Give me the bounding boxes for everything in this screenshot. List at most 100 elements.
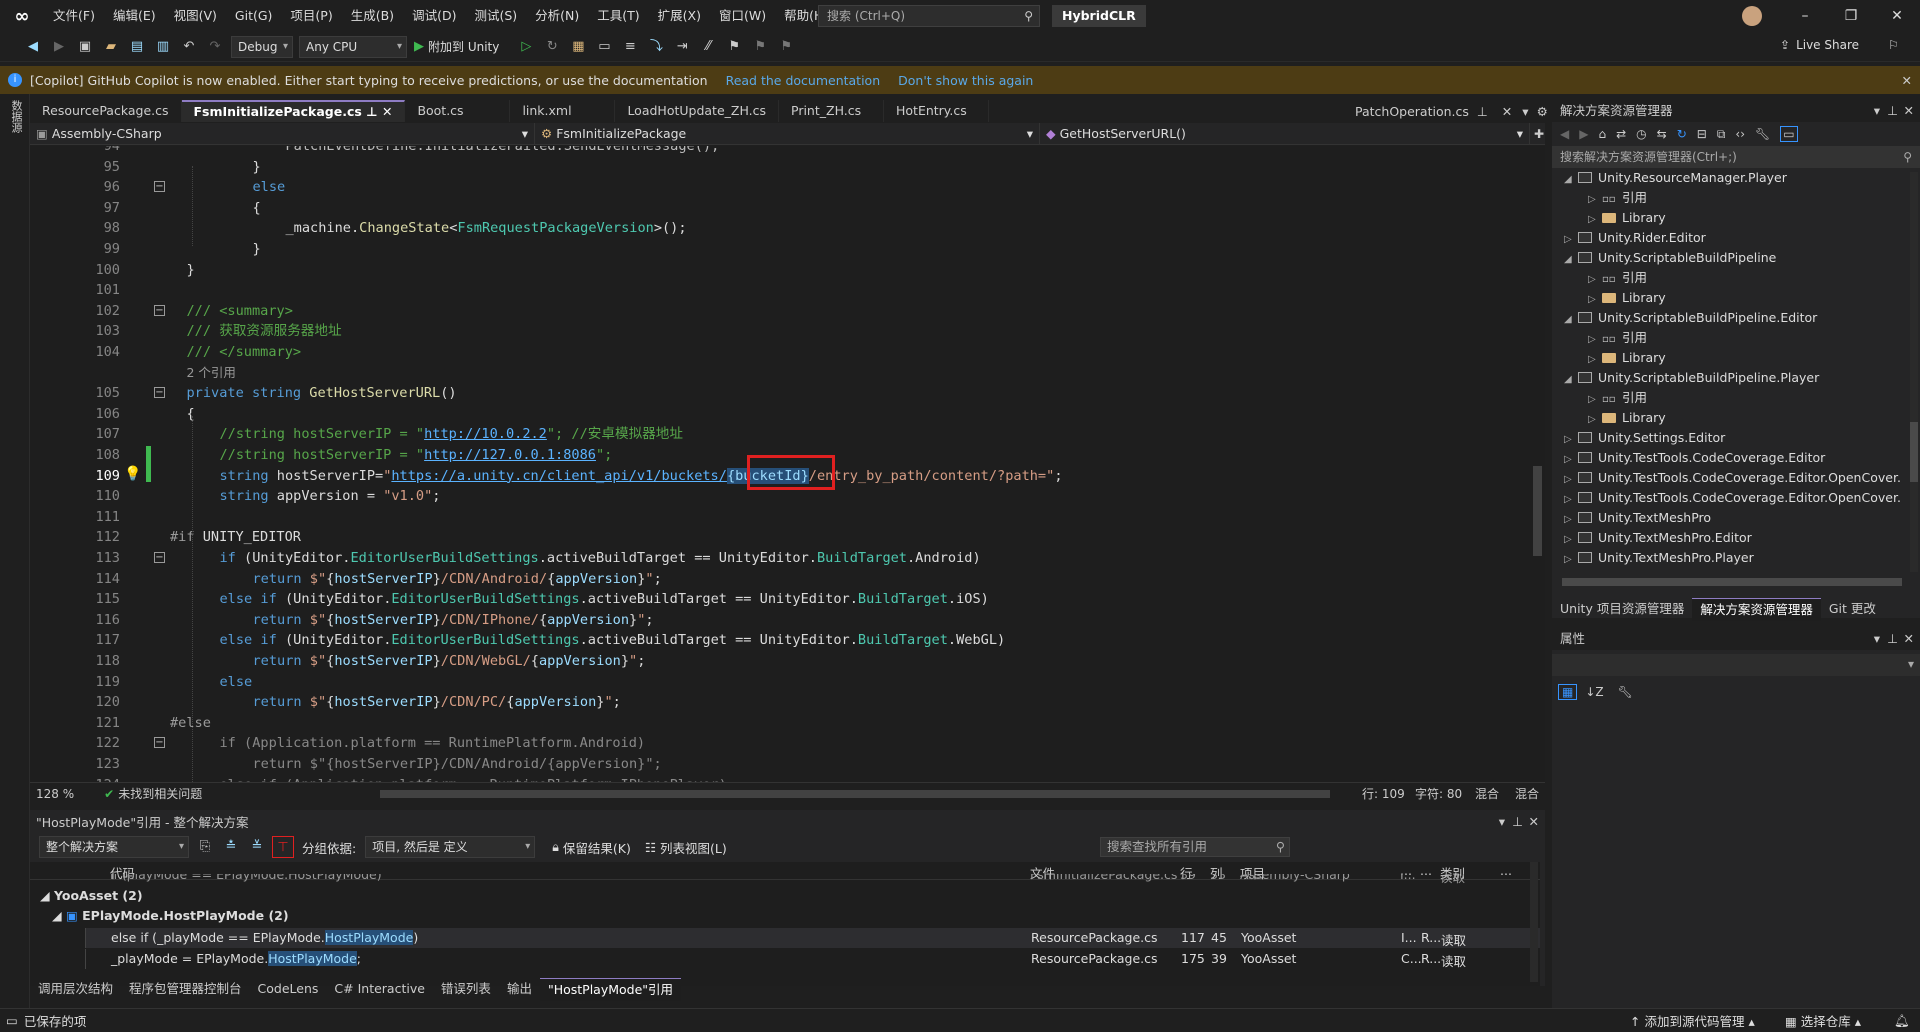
collapsed-icon[interactable]: ▷ [1588, 210, 1602, 230]
play-icon[interactable]: ▶ [414, 39, 424, 54]
char-indicator[interactable]: 字符: 80 [1415, 785, 1462, 802]
config-select[interactable]: Debug [231, 35, 293, 58]
bookmark-next-icon[interactable]: ⚑ [775, 36, 797, 58]
search-input[interactable]: 搜索 (Ctrl+Q) ⚲ [818, 5, 1040, 27]
collapsed-icon[interactable]: ▷ [1588, 270, 1602, 290]
solution-tree-item[interactable]: ▷ Unity.TestTools.CodeCoverage.Editor.Ope… [1564, 488, 1901, 508]
solution-search-input[interactable]: 搜索解决方案资源管理器(Ctrl+;) ⚲ [1552, 146, 1920, 168]
solution-tree-item[interactable]: ▷ ▫▫ 引用 [1588, 268, 1647, 288]
solution-tree-item[interactable]: ▷ Library [1588, 348, 1666, 368]
menu-item[interactable]: 扩展(X) [649, 0, 710, 32]
save-icon[interactable]: ▤ [126, 36, 148, 58]
editor-tab[interactable]: ResourcePackage.cs [30, 100, 182, 122]
expand-icon[interactable]: ◢ [52, 908, 66, 923]
editor-tab[interactable]: HotEntry.cs [884, 100, 989, 122]
expanded-icon[interactable]: ◢ [1564, 310, 1578, 330]
solution-tree-item[interactable]: ▷ Unity.TestTools.CodeCoverage.Editor.Ope… [1564, 468, 1901, 488]
read-docs-link[interactable]: Read the documentation [726, 73, 881, 88]
group-by-select[interactable]: 项目, 然后是 定义 [365, 836, 536, 858]
property-pages-icon[interactable]: 🔧︎ [1618, 685, 1633, 699]
editor-tab[interactable]: Boot.cs [405, 100, 511, 122]
collapsed-icon[interactable]: ▷ [1564, 470, 1578, 490]
nav-project-select[interactable]: ▣ Assembly-CSharp ▾ [30, 123, 535, 144]
preview-icon[interactable]: ▭ [1780, 126, 1798, 142]
solution-tree-item[interactable]: ▷ Library [1588, 288, 1666, 308]
minimize-icon[interactable]: – [1782, 0, 1828, 32]
expanded-icon[interactable]: ◢ [1564, 370, 1578, 390]
solution-tree-item[interactable]: ▷ Unity.TextMeshPro.Player [1564, 548, 1754, 568]
tree-horizontal-scrollbar[interactable] [1562, 578, 1902, 586]
bottom-tab[interactable]: 程序包管理器控制台 [121, 978, 250, 1000]
home-icon[interactable]: ⌂ [1598, 127, 1606, 141]
tree-vertical-scrollbar[interactable] [1910, 172, 1918, 572]
tab-list-icon[interactable]: ▾ [1522, 104, 1528, 119]
back-icon[interactable]: ◀ [22, 36, 44, 58]
reference-group[interactable]: ◢ YooAsset (2) [40, 888, 143, 903]
collapsed-icon[interactable]: ▷ [1588, 390, 1602, 410]
menu-item[interactable]: 分析(N) [526, 0, 588, 32]
panel-menu-icon[interactable]: ▾ [1874, 100, 1880, 122]
collapse-all-icon[interactable]: ≚ [246, 836, 268, 858]
tab-close-icon[interactable]: ✕ [382, 104, 392, 119]
list-view-button[interactable]: 列表视图(L) [660, 838, 727, 857]
filter-icon[interactable]: ⊤ [272, 836, 294, 858]
properties-object-select[interactable]: ▾ [1552, 654, 1920, 676]
pending-changes-icon[interactable]: ◷ [1636, 127, 1646, 141]
panel-menu-icon[interactable]: ▾ [1874, 628, 1880, 650]
panel-menu-icon[interactable]: ▾ [1499, 814, 1505, 829]
fold-toggle-icon[interactable]: − [154, 181, 165, 193]
editor-tab[interactable]: FsmInitializePackage.cs ⊥ ✕ [181, 100, 406, 122]
refresh-icon[interactable]: ↻ [1677, 127, 1687, 141]
add-split-icon[interactable]: ✚ [1534, 127, 1544, 141]
expanded-icon[interactable]: ◢ [1564, 250, 1578, 270]
collapsed-icon[interactable]: ▷ [1564, 230, 1578, 250]
scroll-thumb[interactable] [1533, 466, 1542, 556]
hot-reload-icon[interactable]: ↻ [541, 36, 563, 58]
menu-item[interactable]: 工具(T) [588, 0, 648, 32]
collapsed-icon[interactable]: ▷ [1564, 450, 1578, 470]
solution-tree-item[interactable]: ▷ Unity.Settings.Editor [1564, 428, 1725, 448]
collapsed-icon[interactable]: ▷ [1588, 350, 1602, 370]
dont-show-link[interactable]: Don't show this again [898, 73, 1033, 88]
open-folder-icon[interactable]: ▰ [100, 36, 122, 58]
panel-pin-icon[interactable]: ⊥ [1512, 814, 1523, 829]
solution-tree-item[interactable]: ▷ ▫▫ 引用 [1588, 188, 1647, 208]
tab-close-icon[interactable]: ✕ [1502, 104, 1512, 119]
solution-tree-item[interactable]: ◢ Unity.ScriptableBuildPipeline.Player [1564, 368, 1819, 388]
solution-tree-item[interactable]: ▷ Unity.Rider.Editor [1564, 228, 1706, 248]
fold-toggle-icon[interactable]: − [154, 552, 165, 563]
bottom-tab[interactable]: C# Interactive [326, 978, 433, 1000]
tab-settings-icon[interactable]: ⚙ [1537, 104, 1548, 119]
editor-tab[interactable]: link.xml [510, 100, 616, 122]
keep-results-button[interactable]: 保留结果(K) [563, 838, 631, 857]
editor-scrollbar[interactable] [1530, 146, 1545, 782]
reference-subgroup[interactable]: ◢ ▣ EPlayMode.HostPlayMode (2) [52, 908, 289, 923]
forward-icon[interactable]: ▶ [1579, 127, 1588, 141]
line-indicator[interactable]: 行: 109 [1362, 785, 1405, 802]
collapsed-icon[interactable]: ▷ [1564, 490, 1578, 510]
solution-tree-item[interactable]: ▷ Unity.TextMeshPro.Editor [1564, 528, 1752, 548]
pinned-tab[interactable]: PatchOperation.cs ⊥ ✕ ▾ ⚙ [1355, 100, 1548, 122]
avatar[interactable] [1742, 6, 1762, 26]
solution-tree-item[interactable]: ▷ Unity.TestTools.CodeCoverage.Editor [1564, 448, 1825, 468]
expand-all-icon[interactable]: ≛ [220, 836, 242, 858]
live-share-button[interactable]: ⇪ Live Share [1780, 38, 1859, 52]
solution-tree-item[interactable]: ◢ Unity.ScriptableBuildPipeline.Editor [1564, 308, 1817, 328]
menu-item[interactable]: Git(G) [226, 0, 282, 32]
redo-icon[interactable]: ↷ [204, 36, 226, 58]
expand-icon[interactable]: ◢ [40, 888, 54, 903]
bookmark-icon[interactable]: ⚑ [723, 36, 745, 58]
forward-icon[interactable]: ▶ [48, 36, 70, 58]
panel-pin-icon[interactable]: ⊥ [1887, 100, 1898, 122]
back-icon[interactable]: ◀ [1560, 127, 1569, 141]
collapsed-icon[interactable]: ▷ [1588, 330, 1602, 350]
solution-tree-item[interactable]: ▷ Unity.TextMeshPro [1564, 508, 1711, 528]
fold-toggle-icon[interactable]: − [154, 737, 165, 749]
collapsed-icon[interactable]: ▷ [1588, 410, 1602, 430]
reference-search-input[interactable]: 搜索查找所有引用 ⚲ [1100, 837, 1290, 857]
solution-tree-item[interactable]: ▷ Library [1588, 408, 1666, 428]
bottom-tab[interactable]: 错误列表 [433, 978, 499, 1000]
step-icon[interactable]: ⤵ [645, 36, 667, 58]
solution-tree-item[interactable]: ◢ Unity.ScriptableBuildPipeline [1564, 248, 1776, 268]
menu-item[interactable]: 视图(V) [165, 0, 226, 32]
